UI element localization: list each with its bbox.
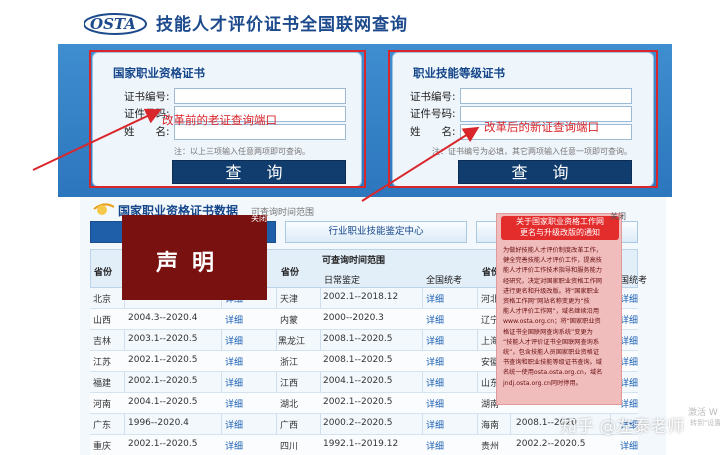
detail-link[interactable]: 详细 <box>426 292 444 305</box>
notice-line: 书查询和职业技能等级证书查询。域 <box>503 359 602 367</box>
notice-head-line2: 更名与升级改版的通知 <box>520 228 600 237</box>
table-row: 广东 1996--2020.4 详细 广西 2000.2--2020.5 详细 … <box>90 414 638 435</box>
cell-range: 2002.1--2020.5 <box>128 355 198 365</box>
th-national: 全国统考 <box>426 276 463 286</box>
activation-watermark: 激活 W <box>688 408 718 418</box>
cell-range: 2002.1--2020.5 <box>128 439 198 449</box>
cell-province: 福建 <box>93 379 112 389</box>
detail-link[interactable]: 详细 <box>426 334 444 347</box>
site-header: OSTA 技能人才评价证书全国联网查询 <box>0 0 720 42</box>
notice-line: 进行更名和升级改版。将“国家职业 <box>503 287 600 295</box>
zhihu-watermark: 知乎 @左泰老师 <box>560 417 685 437</box>
notice-line: 格证书全国联网查询系统”变更为 <box>503 328 593 336</box>
notice-line: 统”，包含技能人员国家职业资格证 <box>503 349 600 357</box>
notice-header: 关于国家职业资格工作网 更名与升级改版的通知 <box>501 216 619 240</box>
cell-range: 2008.1--2020.5 <box>323 334 393 344</box>
cell-range: 1992.1--2019.12 <box>323 439 399 449</box>
settings-watermark: 转到"设置" <box>690 419 720 427</box>
tab-industry[interactable]: 行业职业技能鉴定中心 <box>285 221 467 243</box>
notice-line: 能人才评价工作网”，域名继续沿用 <box>503 308 600 316</box>
cell-range: 2002.2--2020.5 <box>516 439 586 449</box>
detail-link[interactable]: 详细 <box>225 313 243 326</box>
detail-link[interactable]: 详细 <box>225 439 243 452</box>
th-daily: 日常鉴定 <box>324 276 361 286</box>
cell-province: 广西 <box>280 421 299 431</box>
notice-line: 资格工作网”网站名称变更为“技 <box>503 298 590 306</box>
old-annotation-text: 改革前的老证查询端口 <box>162 113 277 127</box>
detail-link[interactable]: 详细 <box>426 313 444 326</box>
detail-link[interactable]: 详细 <box>620 355 638 368</box>
cell-range: 2002.1--2020.5 <box>128 376 198 386</box>
cell-range: 2002.1--2020.5 <box>323 397 393 407</box>
osta-logo-icon: OSTA <box>83 13 147 35</box>
declaration-title: 声明 <box>156 251 229 276</box>
detail-link[interactable]: 详细 <box>426 397 444 410</box>
notice-head-line1: 关于国家职业资格工作网 <box>516 217 604 226</box>
cell-range: 2004.3--2020.4 <box>128 313 198 323</box>
cell-province: 海南 <box>481 421 500 431</box>
detail-link[interactable]: 详细 <box>426 355 444 368</box>
detail-link[interactable]: 详细 <box>620 292 638 305</box>
declaration-popup: 声明 <box>122 215 267 300</box>
notice-line: “技能人才评价证书全国联网查询系 <box>503 338 600 346</box>
cell-province: 浙江 <box>280 358 299 368</box>
detail-link[interactable]: 详细 <box>620 439 638 452</box>
notice-line: 经研究，决定对国家职业资格工作网 <box>503 277 602 285</box>
detail-link[interactable]: 详细 <box>620 397 638 410</box>
cell-province: 内蒙 <box>280 316 299 326</box>
detail-link[interactable]: 详细 <box>620 376 638 389</box>
cell-range: 2002.1--2018.12 <box>323 292 399 302</box>
th-province-1: 省份 <box>94 268 113 278</box>
cell-range: 2000--2020.3 <box>323 313 384 323</box>
cell-province: 四川 <box>280 442 299 452</box>
detail-link[interactable]: 详细 <box>620 334 638 347</box>
notice-popup: 关于国家职业资格工作网 更名与升级改版的通知 为做好技能人才评价制度改革工作， … <box>496 213 622 405</box>
detail-link[interactable]: 详细 <box>225 355 243 368</box>
th-national-right: 国统考 <box>620 276 648 286</box>
osta-logo[interactable]: OSTA <box>83 11 150 37</box>
notice-body: 为做好技能人才评价制度改革工作， 健全完善技能人才评价工作，提高技 能人才评价工… <box>503 246 617 389</box>
cell-range: 2004.1--2020.5 <box>323 376 393 386</box>
cell-range: 2000.2--2020.5 <box>323 418 393 428</box>
site-title: 技能人才评价证书全国联网查询 <box>156 15 408 35</box>
table-row: 重庆 2002.1--2020.5 详细 四川 1992.1--2019.12 … <box>90 435 638 455</box>
detail-link[interactable]: 详细 <box>225 397 243 410</box>
detail-link[interactable]: 详细 <box>426 376 444 389</box>
cell-province: 江苏 <box>93 358 112 368</box>
cell-province: 贵州 <box>481 442 500 452</box>
notice-line: 为做好技能人才评价制度改革工作， <box>503 247 602 254</box>
notice-line: jndj.osta.org.cn同时停用。 <box>503 379 582 387</box>
cell-range: 1996--2020.4 <box>128 418 189 428</box>
logo-text: OSTA <box>90 15 136 33</box>
cell-province: 重庆 <box>93 442 112 452</box>
th-range: 可查询时间范围 <box>322 256 386 266</box>
declaration-close-button[interactable]: 关闭 <box>251 213 267 224</box>
cell-range: 2008.1--2020.5 <box>323 355 393 365</box>
cell-province: 湖北 <box>280 400 299 410</box>
detail-link[interactable]: 详细 <box>620 313 638 326</box>
new-annotation-text: 改革后的新证查询端口 <box>484 120 599 134</box>
detail-link[interactable]: 详细 <box>225 334 243 347</box>
cell-province: 吉林 <box>93 337 112 347</box>
cell-province: 北京 <box>93 295 112 305</box>
lightbulb-icon <box>92 199 116 219</box>
cell-province: 河南 <box>93 400 112 410</box>
notice-line: 健全完善技能人才评价工作，提高技 <box>503 257 602 265</box>
notice-line: 名统一使用osta.osta.org.cn，域名 <box>503 369 603 377</box>
cell-province: 江西 <box>280 379 299 389</box>
cell-province: 黑龙江 <box>278 337 306 347</box>
th-province-2: 省份 <box>281 268 300 278</box>
detail-link[interactable]: 详细 <box>426 418 444 431</box>
detail-link[interactable]: 详细 <box>225 376 243 389</box>
cell-range: 2004.1--2020.5 <box>128 397 198 407</box>
notice-line: www.osta.org.cn；将“国家职业资 <box>503 318 601 326</box>
cell-province: 山西 <box>93 316 112 326</box>
detail-link[interactable]: 详细 <box>426 439 444 452</box>
notice-close-button[interactable]: 关闭 <box>610 211 626 222</box>
cell-province: 广东 <box>93 421 112 431</box>
cell-range: 2003.1--2020.5 <box>128 334 198 344</box>
cell-province: 天津 <box>280 295 299 305</box>
notice-line: 能人才评价工作技术指导和服务能力 <box>503 267 602 275</box>
detail-link[interactable]: 详细 <box>225 418 243 431</box>
